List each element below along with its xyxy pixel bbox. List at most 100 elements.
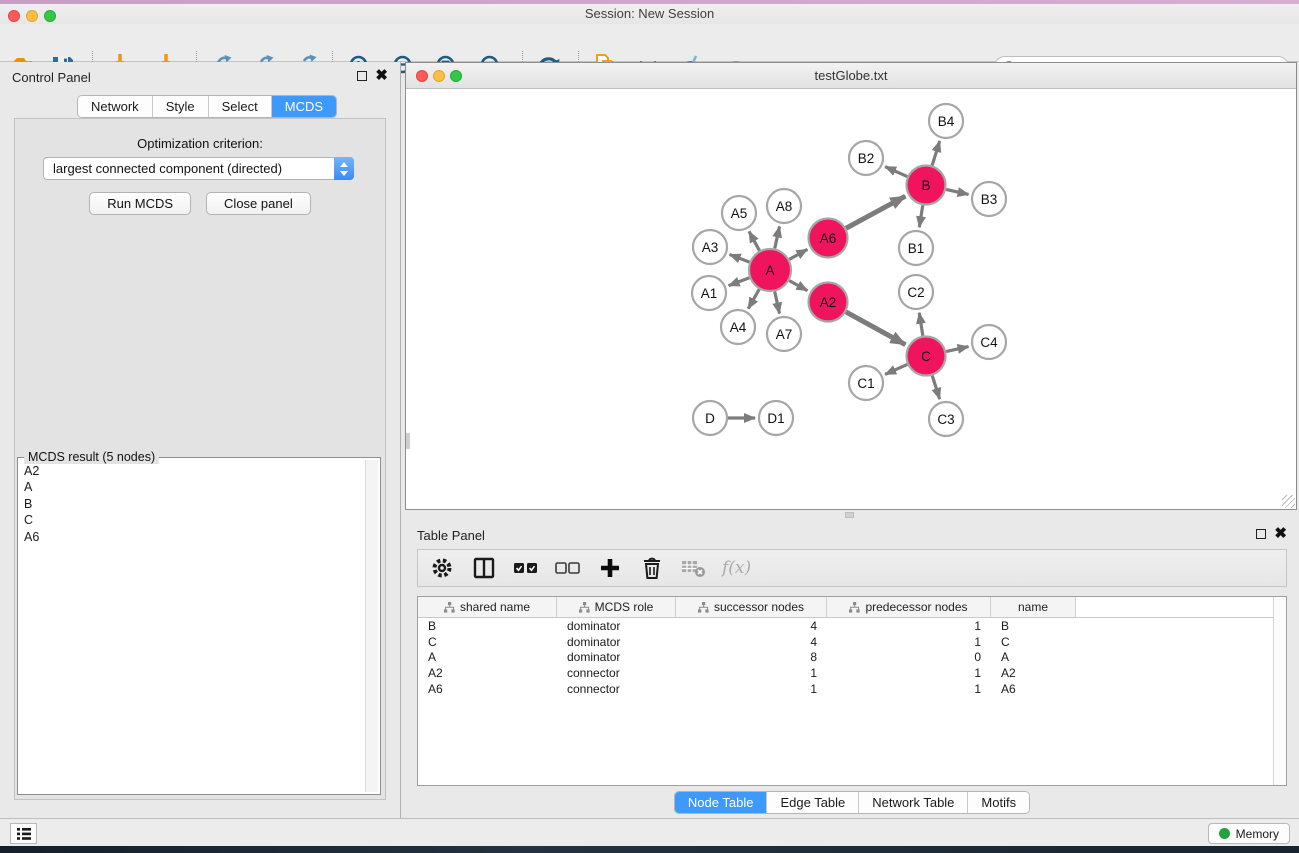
mcds-result-item[interactable]: A	[24, 479, 360, 495]
graph-edge-A-A4[interactable]	[748, 289, 759, 309]
table-cell[interactable]: 1	[676, 666, 827, 680]
float-table-panel-icon[interactable]	[1256, 529, 1266, 539]
task-history-list-icon[interactable]	[10, 823, 37, 844]
column-header-name[interactable]: name	[991, 597, 1076, 617]
graph-node-B1[interactable]: B1	[899, 231, 933, 265]
close-panel-button[interactable]: Close panel	[206, 192, 311, 215]
graph-edge-C-C1[interactable]	[885, 364, 907, 374]
graph-edge-A6-B[interactable]	[846, 196, 905, 228]
graph-edge-B-B4[interactable]	[932, 141, 940, 165]
table-cell[interactable]: A2	[418, 666, 557, 680]
graph-node-C3[interactable]: C3	[929, 402, 963, 436]
table-tab-node-table[interactable]: Node Table	[675, 792, 768, 813]
table-cell[interactable]: 1	[827, 666, 991, 680]
graph-edge-C-C2[interactable]	[919, 313, 923, 336]
graph-node-A3[interactable]: A3	[693, 230, 727, 264]
graph-node-D[interactable]: D	[693, 401, 727, 435]
float-panel-icon[interactable]	[357, 71, 367, 81]
mcds-result-item[interactable]: C	[24, 512, 360, 528]
graph-edge-A-A7[interactable]	[775, 291, 780, 313]
column-header-predecessor-nodes[interactable]: predecessor nodes	[827, 597, 991, 617]
graph-edge-A-A6[interactable]	[789, 249, 807, 259]
table-cell[interactable]: 4	[676, 619, 827, 633]
table-cell[interactable]: 1	[676, 682, 827, 696]
unselect-all-columns-icon[interactable]	[554, 554, 582, 582]
create-column-plus-icon[interactable]	[596, 554, 624, 582]
show-column-panel-icon[interactable]	[470, 554, 498, 582]
column-header-shared-name[interactable]: shared name	[418, 597, 557, 617]
table-cell[interactable]: 0	[827, 650, 991, 664]
run-mcds-button[interactable]: Run MCDS	[89, 192, 191, 215]
table-row[interactable]: Bdominator41B	[418, 618, 1286, 634]
graph-node-B3[interactable]: B3	[972, 182, 1006, 216]
table-cell[interactable]: dominator	[557, 635, 676, 649]
table-cell[interactable]: C	[991, 635, 1076, 649]
graph-node-A[interactable]: A	[749, 249, 791, 291]
table-cell[interactable]: 4	[676, 635, 827, 649]
graph-node-C1[interactable]: C1	[849, 366, 883, 400]
graph-edge-A-A8[interactable]	[775, 227, 780, 249]
graph-node-A2[interactable]: A2	[809, 283, 848, 322]
graph-edge-B-B1[interactable]	[919, 205, 922, 227]
table-row[interactable]: Cdominator41C	[418, 634, 1286, 650]
graph-node-C2[interactable]: C2	[899, 275, 933, 309]
graph-node-A1[interactable]: A1	[692, 276, 726, 310]
close-table-panel-icon[interactable]: ✖	[1274, 529, 1287, 539]
graph-node-B2[interactable]: B2	[849, 141, 883, 175]
result-scrollbar[interactable]	[365, 460, 378, 792]
delete-column-trash-icon[interactable]	[638, 554, 666, 582]
canvas-scroll-stub[interactable]	[406, 433, 410, 449]
table-row[interactable]: Adominator80A	[418, 649, 1286, 665]
graph-edge-A-A2[interactable]	[789, 281, 807, 291]
memory-button[interactable]: Memory	[1208, 823, 1290, 844]
table-cell[interactable]: A	[418, 650, 557, 664]
graph-edge-A2-C[interactable]	[846, 312, 905, 345]
graph-edge-A-A1[interactable]	[729, 278, 750, 286]
graph-node-D1[interactable]: D1	[759, 401, 793, 435]
table-tab-edge-table[interactable]: Edge Table	[767, 792, 859, 813]
mcds-result-item[interactable]: A6	[24, 529, 360, 545]
table-cell[interactable]: B	[418, 619, 557, 633]
optimization-criterion-select[interactable]: largest connected component (directed)	[43, 157, 354, 180]
tab-select[interactable]: Select	[209, 96, 272, 117]
graph-node-A4[interactable]: A4	[721, 310, 755, 344]
network-graph[interactable]: B4B2BB3A8A5A6A3B1AA1C2A2A4A7C4CC1DD1C3	[406, 89, 1296, 509]
graph-edge-A-A3[interactable]	[730, 255, 750, 263]
graph-edge-B-B3[interactable]	[946, 189, 968, 194]
graph-edge-B-B2[interactable]	[885, 167, 907, 177]
column-header-successor-nodes[interactable]: successor nodes	[676, 597, 827, 617]
graph-node-C[interactable]: C	[907, 337, 946, 376]
table-cell[interactable]: B	[991, 619, 1076, 633]
table-cell[interactable]: connector	[557, 682, 676, 696]
network-window-titlebar[interactable]: testGlobe.txt	[406, 63, 1296, 89]
graph-edge-A-A5[interactable]	[749, 231, 759, 250]
table-cell[interactable]: 8	[676, 650, 827, 664]
graph-edge-C-C4[interactable]	[946, 347, 968, 352]
graph-node-A6[interactable]: A6	[809, 219, 848, 258]
select-all-columns-icon[interactable]	[512, 554, 540, 582]
table-cell[interactable]: dominator	[557, 650, 676, 664]
table-cell[interactable]: dominator	[557, 619, 676, 633]
tab-mcds[interactable]: MCDS	[272, 96, 336, 117]
split-pane-handle[interactable]	[845, 512, 854, 518]
table-cell[interactable]: connector	[557, 666, 676, 680]
table-cell[interactable]: 1	[827, 682, 991, 696]
column-header-MCDS-role[interactable]: MCDS role	[557, 597, 676, 617]
table-settings-gear-icon[interactable]	[428, 554, 456, 582]
table-cell[interactable]: A6	[991, 682, 1076, 696]
graph-node-A7[interactable]: A7	[767, 317, 801, 351]
table-scrollbar[interactable]	[1273, 597, 1286, 785]
table-cell[interactable]: A	[991, 650, 1076, 664]
close-panel-icon[interactable]: ✖	[375, 71, 388, 81]
table-tab-motifs[interactable]: Motifs	[968, 792, 1029, 813]
table-tab-network-table[interactable]: Network Table	[859, 792, 968, 813]
table-cell[interactable]: A6	[418, 682, 557, 696]
table-cell[interactable]: A2	[991, 666, 1076, 680]
table-row[interactable]: A6connector11A6	[418, 681, 1286, 697]
tab-style[interactable]: Style	[153, 96, 209, 117]
mcds-result-item[interactable]: A2	[24, 463, 360, 479]
graph-node-A8[interactable]: A8	[767, 189, 801, 223]
window-resize-grip[interactable]	[1282, 495, 1295, 508]
graph-edge-C-C3[interactable]	[932, 376, 939, 399]
graph-node-B4[interactable]: B4	[929, 104, 963, 138]
